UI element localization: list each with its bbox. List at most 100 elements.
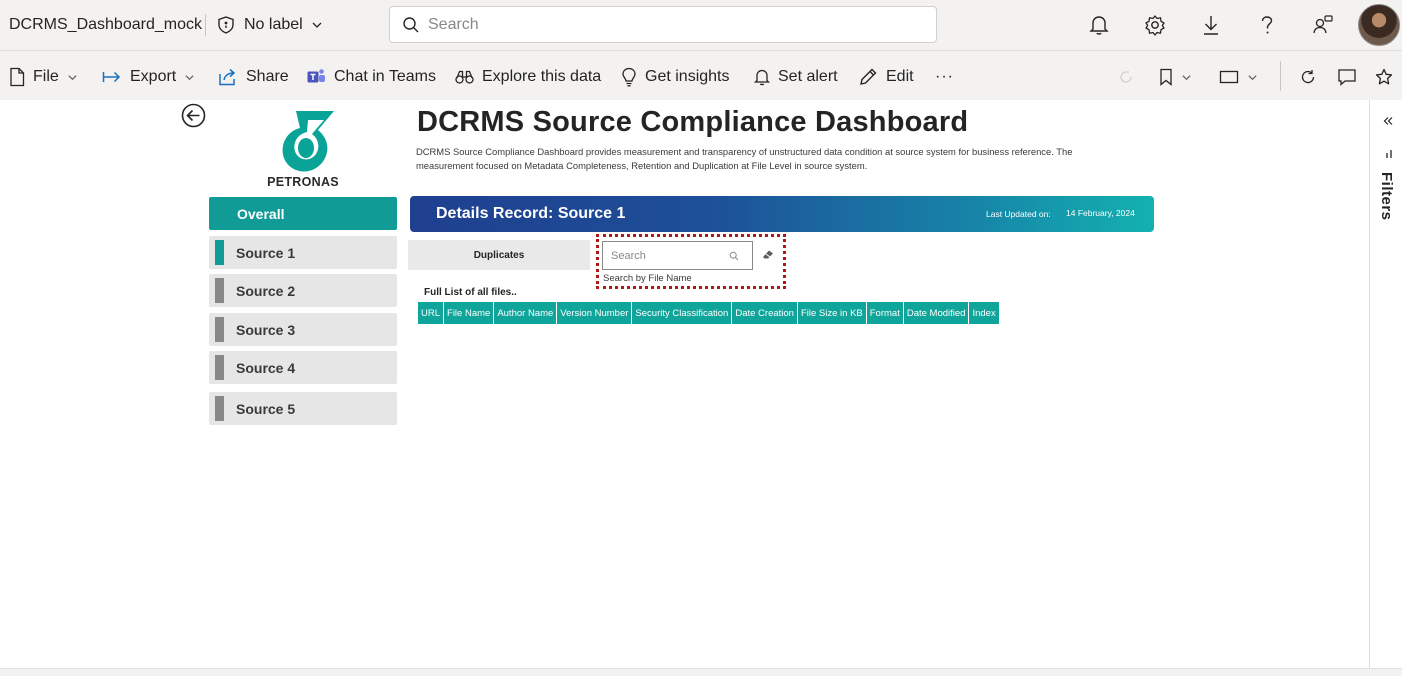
settings-button[interactable] [1142, 12, 1168, 38]
share-icon [219, 68, 236, 86]
bell-icon [754, 69, 770, 86]
more-options-button[interactable]: ··· [935, 65, 954, 89]
global-search-input[interactable] [428, 15, 908, 34]
back-arrow-icon[interactable] [181, 103, 206, 128]
nav-source-2-button[interactable]: Source 2 [209, 274, 397, 307]
comments-button[interactable] [1337, 65, 1357, 89]
file-menu[interactable]: File [9, 65, 78, 89]
notifications-button[interactable] [1086, 12, 1112, 38]
gear-icon [1145, 15, 1165, 36]
people-feedback-icon [1313, 15, 1333, 34]
collapse-chevron-icon[interactable] [1383, 116, 1393, 126]
dashboard-description: DCRMS Source Compliance Dashboard provid… [416, 146, 1073, 171]
status-bar [0, 668, 1402, 676]
search-icon [403, 16, 419, 32]
export-menu[interactable]: Export [102, 65, 195, 89]
nav-overall-button[interactable]: Overall [209, 197, 397, 230]
get-insights-button[interactable]: Get insights [621, 65, 729, 89]
bell-icon [1089, 16, 1109, 35]
duplicates-button[interactable]: Duplicates [408, 240, 590, 270]
column-header-date-modified[interactable]: Date Modified [904, 302, 970, 324]
export-menu-label: Export [130, 68, 177, 85]
last-updated-label: Last Updated on: [986, 209, 1051, 219]
share-button[interactable]: Share [218, 65, 289, 89]
column-header-index[interactable]: Index [969, 302, 998, 324]
shield-icon [218, 16, 234, 34]
user-avatar[interactable] [1358, 4, 1400, 46]
file-menu-label: File [33, 68, 59, 85]
column-header-file-name[interactable]: File Name [444, 302, 495, 324]
filters-pane-label[interactable]: Filters [1378, 172, 1395, 221]
global-search[interactable] [389, 6, 937, 43]
comment-icon [1338, 69, 1356, 86]
column-header-url[interactable]: URL [418, 302, 445, 324]
file-list-title: Full List of all files.. [424, 287, 517, 298]
nav-label: Source 3 [236, 321, 296, 338]
bookmark-menu[interactable] [1159, 65, 1192, 89]
dashboard-title: DCRMS Source Compliance Dashboard [417, 106, 969, 138]
refresh-button[interactable] [1300, 65, 1316, 89]
eraser-icon[interactable] [761, 248, 775, 260]
explore-data-label: Explore this data [482, 68, 602, 85]
chevron-down-icon [1182, 74, 1191, 80]
search-icon [729, 251, 739, 260]
chat-in-teams-button[interactable]: Chat in Teams [306, 65, 436, 89]
column-header-security-classification[interactable]: Security Classification [632, 302, 733, 324]
share-button-label: Share [246, 68, 289, 85]
column-header-file-size[interactable]: File Size in KB [798, 302, 867, 324]
download-button[interactable] [1198, 12, 1224, 38]
divider [1280, 61, 1281, 91]
top-app-bar: DCRMS_Dashboard_mock No label [0, 0, 1402, 50]
lightbulb-icon [622, 67, 636, 87]
file-name-search-input[interactable] [611, 249, 729, 262]
files-table-header: URL File Name Author Name Version Number… [418, 302, 999, 324]
logo-text: PETRONAS [267, 175, 339, 189]
nav-source-4-button[interactable]: Source 4 [209, 351, 397, 384]
teams-icon [307, 69, 325, 83]
view-frame-icon [1219, 70, 1239, 84]
report-canvas [0, 100, 1369, 668]
get-insights-label: Get insights [645, 68, 730, 85]
help-button[interactable] [1254, 12, 1280, 38]
question-mark-icon [1261, 16, 1273, 34]
nav-source-5-button[interactable]: Source 5 [209, 392, 397, 425]
nav-label: Source 2 [236, 282, 296, 299]
search-hint: Search by File Name [603, 273, 692, 284]
nav-indicator [215, 317, 224, 342]
nav-indicator [215, 355, 224, 380]
explore-data-button[interactable]: Explore this data [455, 65, 601, 89]
nav-label: Source 1 [236, 244, 296, 261]
share-people-button[interactable] [1310, 12, 1336, 38]
more-options-label: ··· [935, 68, 954, 85]
star-icon [1375, 68, 1393, 85]
nav-source-1-button[interactable]: Source 1 [209, 236, 397, 269]
nav-indicator [215, 278, 224, 303]
download-icon [1204, 16, 1218, 35]
column-header-version-number[interactable]: Version Number [557, 302, 633, 324]
banner-title: Details Record: Source 1 [436, 205, 626, 222]
favorite-button[interactable] [1375, 65, 1393, 89]
view-menu[interactable] [1219, 65, 1258, 89]
sensitivity-label-button[interactable]: No label [216, 12, 323, 38]
edit-label: Edit [886, 68, 914, 85]
nav-source-3-button[interactable]: Source 3 [209, 313, 397, 346]
column-header-format[interactable]: Format [867, 302, 904, 324]
bookmark-icon [1160, 68, 1172, 86]
export-arrow-icon [102, 71, 121, 83]
report-title[interactable]: DCRMS_Dashboard_mock [9, 16, 202, 34]
last-updated-date: 14 February, 2024 [1066, 208, 1135, 218]
set-alert-button[interactable]: Set alert [754, 65, 838, 89]
reset-button[interactable] [1118, 65, 1134, 89]
column-header-date-creation[interactable]: Date Creation [732, 302, 798, 324]
sensitivity-label-text: No label [244, 16, 303, 33]
duplicates-button-label: Duplicates [473, 249, 525, 261]
edit-button[interactable]: Edit [858, 65, 914, 89]
nav-indicator [215, 240, 224, 265]
nav-label: Source 4 [236, 359, 296, 376]
divider [205, 14, 206, 36]
document-icon [10, 67, 25, 87]
chevron-down-icon [185, 74, 194, 80]
filter-bars-icon [1386, 150, 1392, 158]
column-header-author-name[interactable]: Author Name [494, 302, 558, 324]
file-name-search[interactable] [602, 241, 753, 270]
